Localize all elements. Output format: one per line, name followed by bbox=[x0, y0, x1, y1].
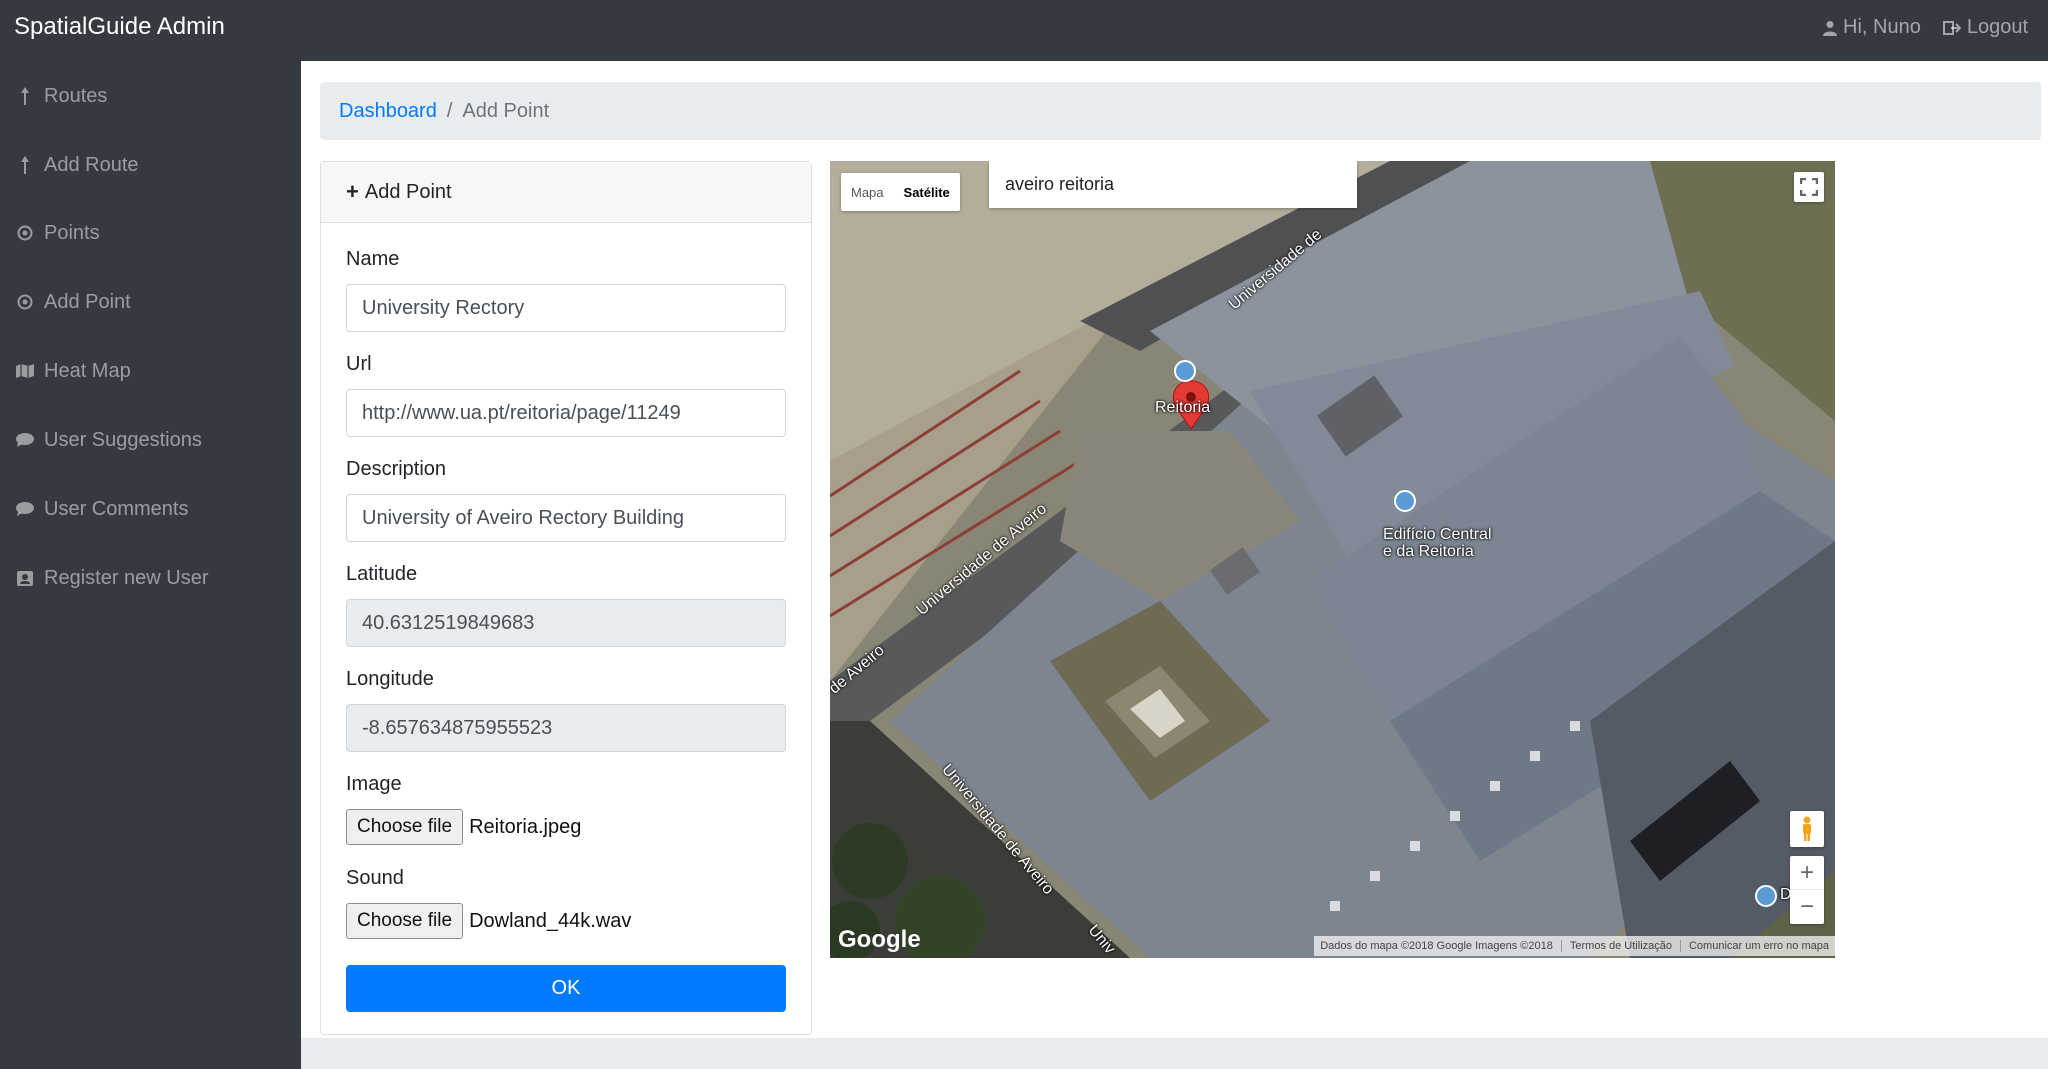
sidebar: Routes Add Route Points Add Point Heat M… bbox=[0, 61, 301, 1069]
arrow-up-icon bbox=[14, 155, 36, 175]
sidebar-item-routes[interactable]: Routes bbox=[14, 76, 107, 116]
submit-button[interactable]: OK bbox=[346, 965, 786, 1012]
sound-label: Sound bbox=[346, 867, 404, 889]
sidebar-item-label: Points bbox=[44, 221, 100, 244]
name-input[interactable] bbox=[346, 284, 786, 332]
poi-label[interactable]: Edifício Central e da Reitoria bbox=[1383, 526, 1492, 560]
zoom-control: + − bbox=[1790, 856, 1824, 924]
sidebar-item-user-suggestions[interactable]: User Suggestions bbox=[14, 420, 202, 460]
sidebar-item-label: Heat Map bbox=[44, 359, 131, 382]
user-icon bbox=[1823, 20, 1838, 36]
map-data-attribution: Dados do mapa ©2018 Google Imagens ©2018 bbox=[1320, 940, 1553, 952]
comment-icon bbox=[14, 432, 36, 448]
google-logo: Google bbox=[838, 926, 921, 953]
description-input[interactable] bbox=[346, 494, 786, 542]
image-label: Image bbox=[346, 773, 402, 795]
zoom-in-button[interactable]: + bbox=[1790, 856, 1824, 890]
sidebar-item-add-point[interactable]: Add Point bbox=[14, 282, 131, 322]
sidebar-item-heat-map[interactable]: Heat Map bbox=[14, 351, 131, 391]
sidebar-item-register-user[interactable]: Register new User bbox=[14, 558, 209, 598]
longitude-input[interactable] bbox=[346, 704, 786, 752]
footer bbox=[301, 1038, 2048, 1069]
breadcrumb-current: Add Point bbox=[462, 99, 550, 122]
sidebar-item-points[interactable]: Points bbox=[14, 213, 100, 253]
sidebar-item-label: User Comments bbox=[44, 497, 189, 520]
arrow-up-icon bbox=[14, 86, 36, 106]
breadcrumb-dashboard-link[interactable]: Dashboard bbox=[339, 100, 437, 123]
latitude-input[interactable] bbox=[346, 599, 786, 647]
image-file-picker: Choose file Reitoria.jpeg bbox=[346, 809, 581, 845]
dot-circle-icon bbox=[14, 294, 36, 310]
user-card-icon bbox=[14, 569, 36, 587]
brand-title[interactable]: SpatialGuide Admin bbox=[14, 13, 225, 41]
comment-icon bbox=[14, 501, 36, 517]
user-greeting-label: Hi, Nuno bbox=[1843, 16, 1921, 38]
card-title: Add Point bbox=[364, 180, 452, 203]
poi-label-line-1: Edifício Central bbox=[1383, 526, 1492, 543]
description-label: Description bbox=[346, 458, 447, 480]
name-label: Name bbox=[346, 248, 400, 270]
map-type-map-button[interactable]: Mapa bbox=[841, 173, 894, 211]
zoom-out-button[interactable]: − bbox=[1790, 890, 1824, 924]
map-attribution: Dados do mapa ©2018 Google Imagens ©2018… bbox=[1314, 936, 1835, 956]
map-icon bbox=[14, 363, 36, 379]
map-type-control: Mapa Satélite bbox=[841, 173, 960, 211]
image-choose-file-button[interactable]: Choose file bbox=[346, 809, 464, 845]
longitude-label: Longitude bbox=[346, 668, 434, 690]
sidebar-item-label: Add Route bbox=[44, 153, 139, 176]
report-error-link[interactable]: Comunicar um erro no mapa bbox=[1679, 940, 1829, 952]
sidebar-item-label: Register new User bbox=[44, 566, 209, 589]
street-view-button[interactable] bbox=[1790, 811, 1824, 847]
sound-file-name: Dowland_44k.wav bbox=[469, 909, 632, 932]
pegman-icon bbox=[1803, 816, 1811, 841]
satellite-map[interactable]: Universidade de Universidade de Aveiro d… bbox=[830, 161, 1835, 958]
card-header: + Add Point bbox=[321, 162, 811, 223]
latitude-label: Latitude bbox=[346, 563, 418, 585]
fullscreen-button[interactable] bbox=[1794, 172, 1824, 202]
logout-icon bbox=[1942, 20, 1961, 35]
sidebar-item-label: Add Point bbox=[44, 290, 131, 313]
sound-file-picker: Choose file Dowland_44k.wav bbox=[346, 903, 631, 939]
sidebar-item-label: User Suggestions bbox=[44, 428, 202, 451]
map-type-satellite-button[interactable]: Satélite bbox=[894, 173, 960, 211]
top-navbar: SpatialGuide Admin Hi, Nuno Logout bbox=[0, 0, 2048, 61]
image-file-name: Reitoria.jpeg bbox=[469, 815, 582, 838]
sidebar-item-add-route[interactable]: Add Route bbox=[14, 145, 139, 185]
breadcrumb-separator: / bbox=[446, 99, 453, 122]
navbar-user-menu: Hi, Nuno Logout bbox=[1823, 16, 2028, 39]
map-search-input[interactable] bbox=[989, 161, 1357, 208]
logout-link[interactable]: Logout bbox=[1942, 16, 2028, 39]
sidebar-item-label: Routes bbox=[44, 84, 108, 107]
user-greeting-link[interactable]: Hi, Nuno bbox=[1823, 16, 1921, 39]
dot-circle-icon bbox=[14, 225, 36, 241]
breadcrumb: Dashboard / Add Point bbox=[320, 82, 2041, 140]
plus-icon: + bbox=[346, 179, 359, 204]
main-content: Dashboard / Add Point + Add Point Name U… bbox=[301, 61, 2048, 1069]
poi-label-line-2: e da Reitoria bbox=[1383, 543, 1474, 560]
url-label: Url bbox=[346, 353, 372, 375]
sidebar-item-user-comments[interactable]: User Comments bbox=[14, 489, 188, 529]
terms-link[interactable]: Termos de Utilização bbox=[1560, 940, 1672, 952]
url-input[interactable] bbox=[346, 389, 786, 437]
add-point-card: + Add Point Name Url Description Latitud… bbox=[320, 161, 812, 1035]
logout-label: Logout bbox=[1966, 16, 2028, 38]
fullscreen-icon bbox=[1800, 178, 1818, 196]
marker-label: Reitoria bbox=[1155, 399, 1211, 416]
sound-choose-file-button[interactable]: Choose file bbox=[346, 903, 464, 939]
